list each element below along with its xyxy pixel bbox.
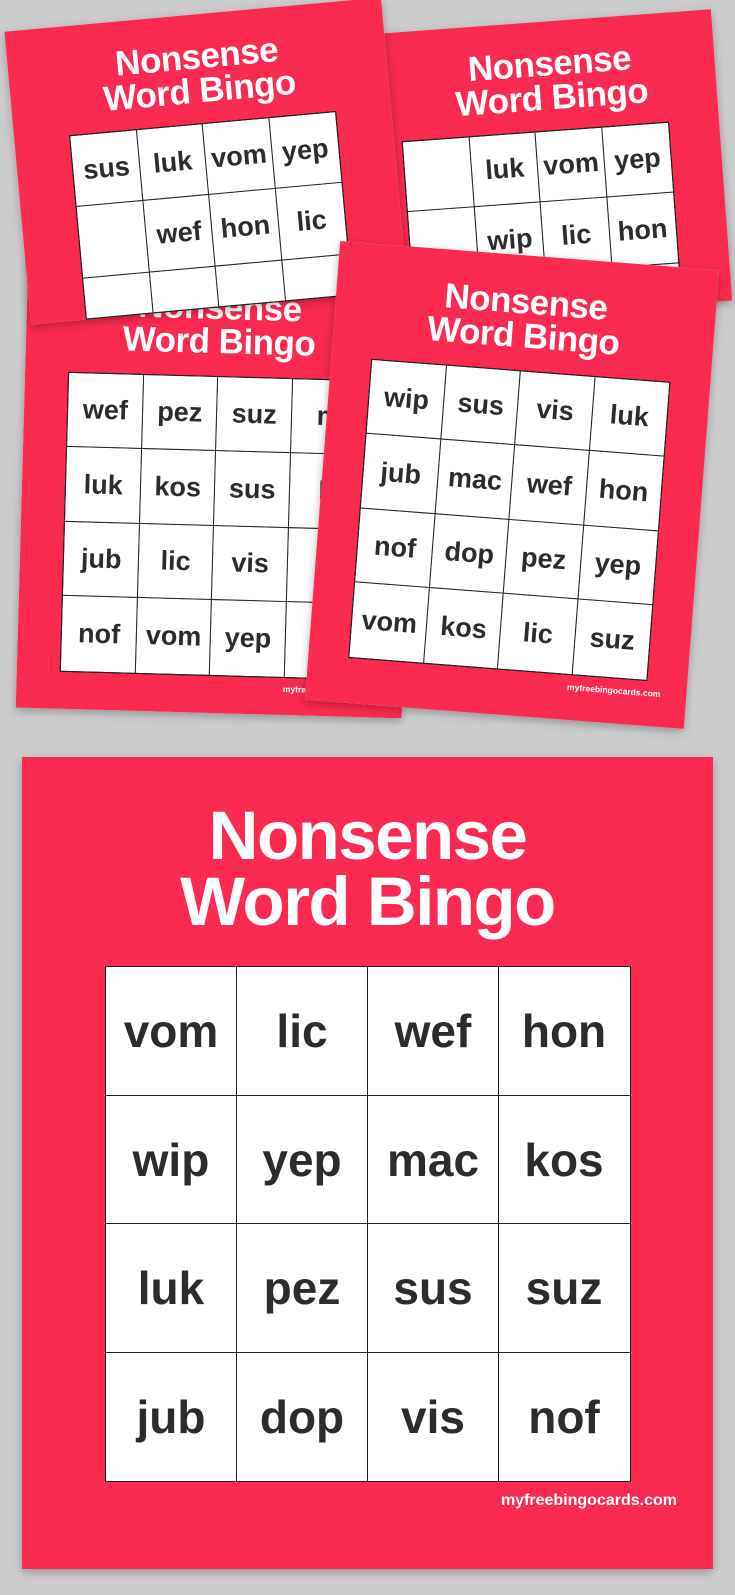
bingo-cell[interactable]: luk <box>104 1223 238 1354</box>
card-footer-url[interactable]: myfreebingocards.com <box>567 681 661 698</box>
bingo-cell[interactable]: suz <box>571 598 654 681</box>
bingo-cell[interactable]: vis <box>366 1351 500 1483</box>
bingo-cell[interactable]: sus <box>366 1223 500 1354</box>
bingo-cell[interactable]: dop <box>235 1351 369 1483</box>
bingo-cell[interactable] <box>148 264 221 314</box>
card-title: Nonsense Word Bingo <box>99 30 297 119</box>
bingo-cell[interactable]: lic <box>274 181 350 262</box>
bingo-cell[interactable]: kos <box>138 448 218 527</box>
bingo-cell[interactable]: hon <box>605 191 680 270</box>
card-title: Nonsense Word Bingo <box>426 276 623 363</box>
card-title-line2: Word Bingo <box>180 862 556 940</box>
card-title-line2: Word Bingo <box>122 319 316 365</box>
bingo-cell[interactable]: nof <box>59 594 139 674</box>
bingo-cell[interactable]: luk <box>63 445 143 525</box>
bingo-cell[interactable]: luk <box>135 122 211 203</box>
bingo-grid: vom lic wef hon wip yep mac kos luk pez … <box>104 966 631 1483</box>
bingo-cell[interactable] <box>82 270 155 320</box>
bingo-cell[interactable]: pez <box>235 1223 369 1354</box>
bingo-cell[interactable]: vom <box>104 966 238 1097</box>
bingo-cell[interactable]: yep <box>208 599 288 678</box>
bingo-cell[interactable]: vis <box>210 524 290 604</box>
bingo-cell[interactable]: vom <box>134 596 213 676</box>
bingo-cell[interactable]: luk <box>588 375 671 458</box>
bingo-cell[interactable]: yep <box>235 1094 369 1226</box>
bingo-cell[interactable]: luk <box>467 131 542 209</box>
bingo-cell[interactable]: wef <box>141 193 217 274</box>
bingo-cell[interactable]: hon <box>208 187 283 268</box>
bingo-cell[interactable]: pez <box>140 373 220 453</box>
bingo-cell[interactable] <box>214 258 287 308</box>
card-title: Nonsense Word Bingo <box>180 801 556 936</box>
bingo-cell[interactable]: wef <box>66 371 145 451</box>
bingo-cell[interactable]: sus <box>439 364 522 447</box>
bingo-cell[interactable]: hon <box>497 966 631 1097</box>
bingo-cell[interactable]: sus <box>69 128 144 209</box>
bingo-cell[interactable]: vom <box>348 581 431 664</box>
card-footer-url[interactable]: myfreebingocards.com <box>501 1492 677 1510</box>
card-body: Nonsense Word Bingo vom lic wef hon wip … <box>22 757 713 1569</box>
bingo-cell[interactable]: jub <box>61 520 141 599</box>
bingo-cell[interactable]: wef <box>508 444 591 527</box>
bingo-cell[interactable]: wip <box>104 1094 238 1226</box>
bingo-cell[interactable]: wip <box>365 358 448 441</box>
bingo-cell[interactable] <box>75 199 151 280</box>
bingo-cell[interactable]: suz <box>497 1223 631 1354</box>
bingo-cell[interactable]: lic <box>235 966 369 1097</box>
bingo-cell[interactable]: yep <box>267 110 343 190</box>
bingo-cards-collage: Nonsense Word Bingo sus luk vom yep wef … <box>0 0 735 1595</box>
bingo-cell[interactable]: yep <box>600 121 675 199</box>
bingo-cell[interactable]: wef <box>366 966 500 1097</box>
card-title: Nonsense Word Bingo <box>452 38 649 124</box>
bingo-cell[interactable] <box>401 135 476 214</box>
bingo-grid: sus luk vom yep wef hon lic <box>69 110 353 320</box>
bingo-cell[interactable]: nof <box>354 506 437 590</box>
card-body: Nonsense Word Bingo wip sus vis luk jub … <box>304 241 720 729</box>
bingo-cell[interactable]: kos <box>497 1094 631 1226</box>
bingo-cell[interactable]: kos <box>422 586 505 670</box>
bingo-cell[interactable]: sus <box>212 450 292 529</box>
bingo-card-middle-right[interactable]: Nonsense Word Bingo wip sus vis luk jub … <box>304 241 720 729</box>
bingo-cell[interactable]: suz <box>214 375 294 455</box>
bingo-cell[interactable]: vom <box>534 126 608 204</box>
bingo-cell[interactable]: hon <box>582 449 665 532</box>
bingo-cell[interactable]: mac <box>433 438 517 521</box>
bingo-cell[interactable]: jub <box>104 1351 238 1483</box>
bingo-cell[interactable]: pez <box>502 518 585 601</box>
bingo-cell[interactable]: vom <box>201 116 277 197</box>
bingo-cell[interactable]: nof <box>497 1351 631 1483</box>
bingo-cell[interactable]: jub <box>359 432 442 515</box>
bingo-cell[interactable]: mac <box>366 1094 500 1226</box>
bingo-cell[interactable]: lic <box>136 522 215 602</box>
bingo-cell[interactable]: vis <box>513 369 597 452</box>
bingo-cell[interactable]: dop <box>428 512 511 595</box>
bingo-card-large-preview[interactable]: Nonsense Word Bingo vom lic wef hon wip … <box>22 757 713 1569</box>
bingo-cell[interactable]: lic <box>496 592 579 675</box>
bingo-grid: wip sus vis luk jub mac wef hon nof dop … <box>348 358 671 681</box>
bingo-cell[interactable]: yep <box>576 524 659 607</box>
